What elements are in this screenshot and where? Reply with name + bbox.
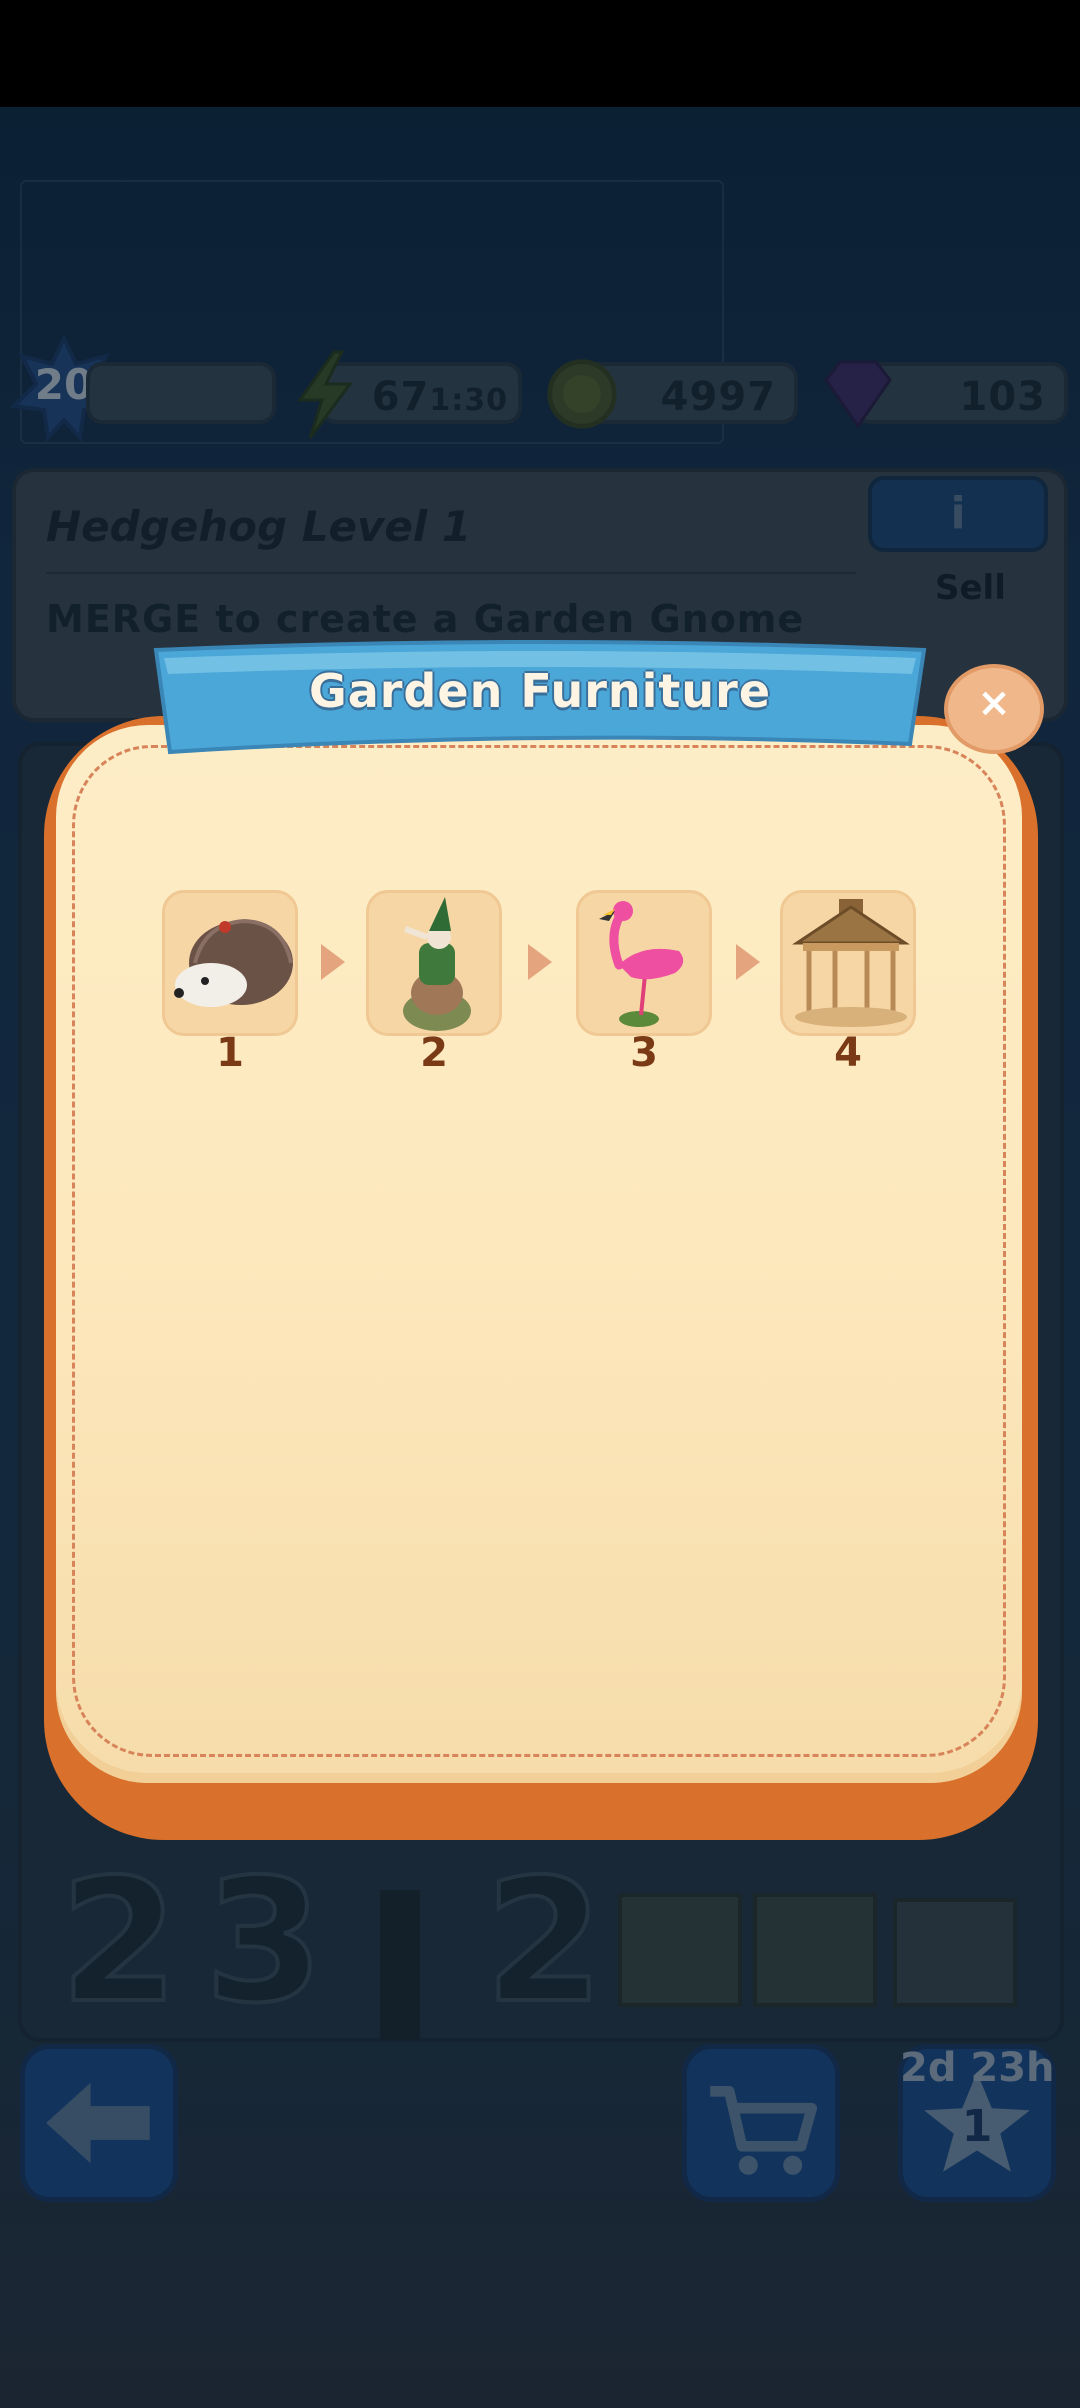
arrow-icon (321, 944, 345, 980)
item-garden-gnome[interactable] (366, 890, 502, 1036)
item-level-2: 2 (420, 1030, 448, 1076)
hedgehog-icon (174, 918, 293, 1007)
arrow-icon (528, 944, 552, 980)
item-flamingo[interactable] (576, 890, 712, 1036)
close-icon: × (977, 680, 1011, 726)
arrow-icon (736, 944, 760, 980)
item-hedgehog[interactable] (162, 890, 298, 1036)
item-level-3: 3 (630, 1030, 658, 1076)
item-level-1: 1 (216, 1030, 244, 1076)
gazebo-icon (792, 899, 910, 1027)
status-bar (0, 0, 1080, 107)
item-level-4: 4 (834, 1030, 862, 1076)
modal-title: Garden Furniture (308, 664, 772, 718)
close-button[interactable]: × (944, 664, 1044, 754)
item-gazebo[interactable] (780, 890, 916, 1036)
flamingo-icon (599, 901, 684, 1027)
gnome-icon (403, 897, 471, 1031)
